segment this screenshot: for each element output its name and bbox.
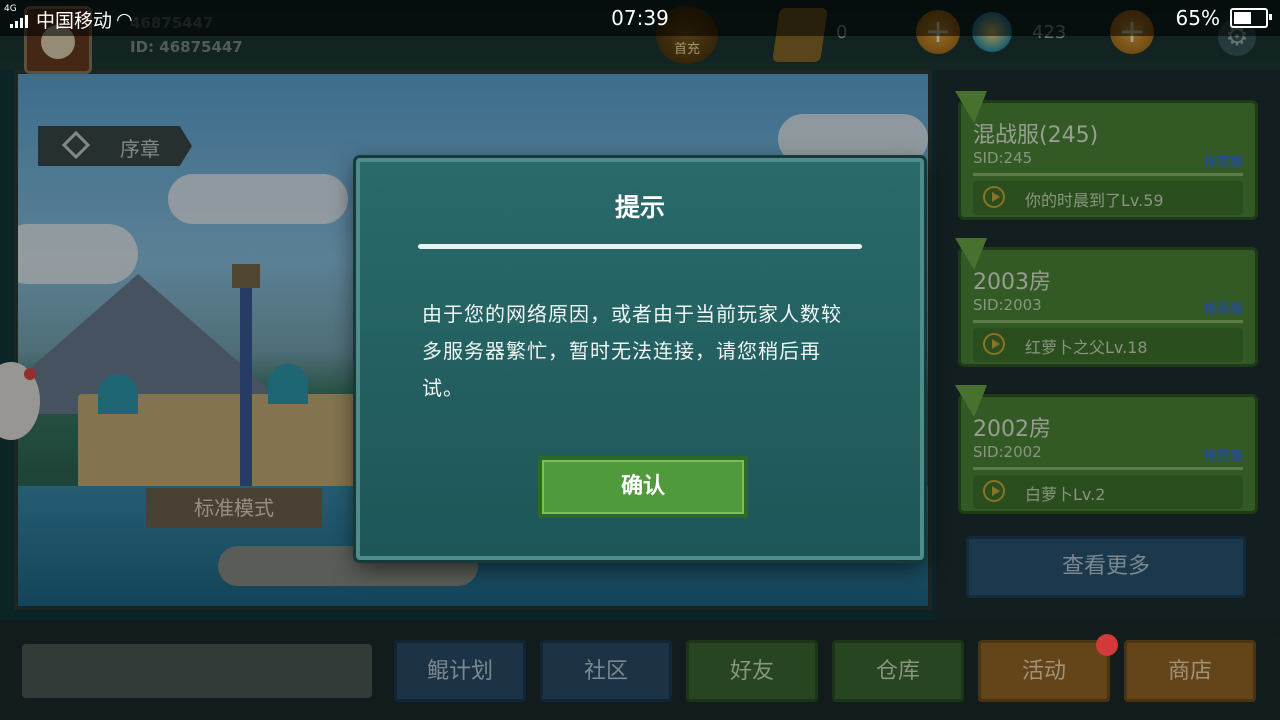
alert-dialog: 提示 由于您的网络原因，或者由于当前玩家人数较多服务器繁忙，暂时无法连接，请您稍… — [356, 158, 924, 560]
clock: 07:39 — [611, 6, 669, 30]
player-id: ID: 46875447 — [130, 38, 243, 56]
divider — [973, 173, 1243, 176]
mountain — [18, 274, 298, 414]
battery-percent: 65% — [1175, 6, 1220, 30]
system-status-bar: 4G 中国移动 ◠ 07:39 65% — [0, 0, 1280, 36]
server-sid: SID:245 — [973, 149, 1033, 167]
play-icon[interactable] — [983, 333, 1005, 355]
chapter-icon — [61, 130, 91, 160]
first-recharge-label: 首充 — [673, 42, 700, 57]
notification-dot — [24, 368, 36, 380]
battery-level-fill — [1234, 12, 1251, 24]
server-card[interactable]: 混战服(245) SID:245 推荐服 你的时晨到了Lv.59 — [955, 91, 1258, 220]
castle-dome — [98, 374, 138, 414]
server-card[interactable]: 2003房 SID:2003 推荐服 红萝卜之父Lv.18 — [955, 238, 1258, 367]
server-role-row: 你的时晨到了Lv.59 — [973, 181, 1243, 215]
server-sid: SID:2003 — [973, 296, 1042, 314]
play-icon[interactable] — [983, 186, 1005, 208]
nav-events-button[interactable]: 活动 — [978, 640, 1110, 702]
confirm-button[interactable]: 确认 — [538, 456, 748, 518]
mode-tag[interactable]: 标准模式 — [146, 488, 322, 528]
divider — [973, 467, 1243, 470]
cloud — [168, 174, 348, 224]
dialog-divider — [418, 244, 862, 249]
cloud — [778, 114, 928, 164]
nav-kun-plan-button[interactable]: 鲲计划 — [394, 640, 526, 702]
divider — [973, 320, 1243, 323]
role-name: 你的时晨到了Lv.59 — [1025, 191, 1164, 210]
battery-icon — [1230, 8, 1272, 28]
dialog-title: 提示 — [614, 193, 665, 222]
tower — [240, 274, 252, 514]
nav-storage-button[interactable]: 仓库 — [832, 640, 964, 702]
role-name: 白萝卜Lv.2 — [1025, 485, 1106, 504]
battery-info: 65% — [1175, 6, 1272, 30]
nav-community-button[interactable]: 社区 — [540, 640, 672, 702]
server-tag: 推荐服 — [1203, 155, 1243, 170]
server-name: 混战服(245) — [973, 123, 1099, 148]
server-name: 2002房 — [973, 417, 1051, 442]
server-tag: 推荐服 — [1203, 302, 1243, 317]
chapter-tag[interactable]: 序章 — [38, 126, 192, 166]
dialog-message: 由于您的网络原因，或者由于当前玩家人数较多服务器繁忙，暂时无法连接，请您稍后再试… — [422, 302, 842, 400]
view-more-button[interactable]: 查看更多 — [966, 536, 1246, 598]
server-card[interactable]: 2002房 SID:2002 推荐服 白萝卜Lv.2 — [955, 385, 1258, 514]
chapter-label: 序章 — [120, 137, 160, 161]
server-name: 2003房 — [973, 270, 1051, 295]
nav-friends-button[interactable]: 好友 — [686, 640, 818, 702]
play-icon[interactable] — [983, 480, 1005, 502]
nav-shop-button[interactable]: 商店 — [1124, 640, 1256, 702]
server-role-row: 白萝卜Lv.2 — [973, 475, 1243, 509]
tower-top — [232, 264, 260, 288]
server-role-row: 红萝卜之父Lv.18 — [973, 328, 1243, 362]
events-notification-dot — [1096, 634, 1118, 656]
server-sid: SID:2002 — [973, 443, 1042, 461]
chat-input[interactable] — [22, 644, 372, 698]
castle-dome — [268, 364, 308, 404]
role-name: 红萝卜之父Lv.18 — [1025, 338, 1148, 357]
server-tag: 推荐服 — [1203, 449, 1243, 464]
